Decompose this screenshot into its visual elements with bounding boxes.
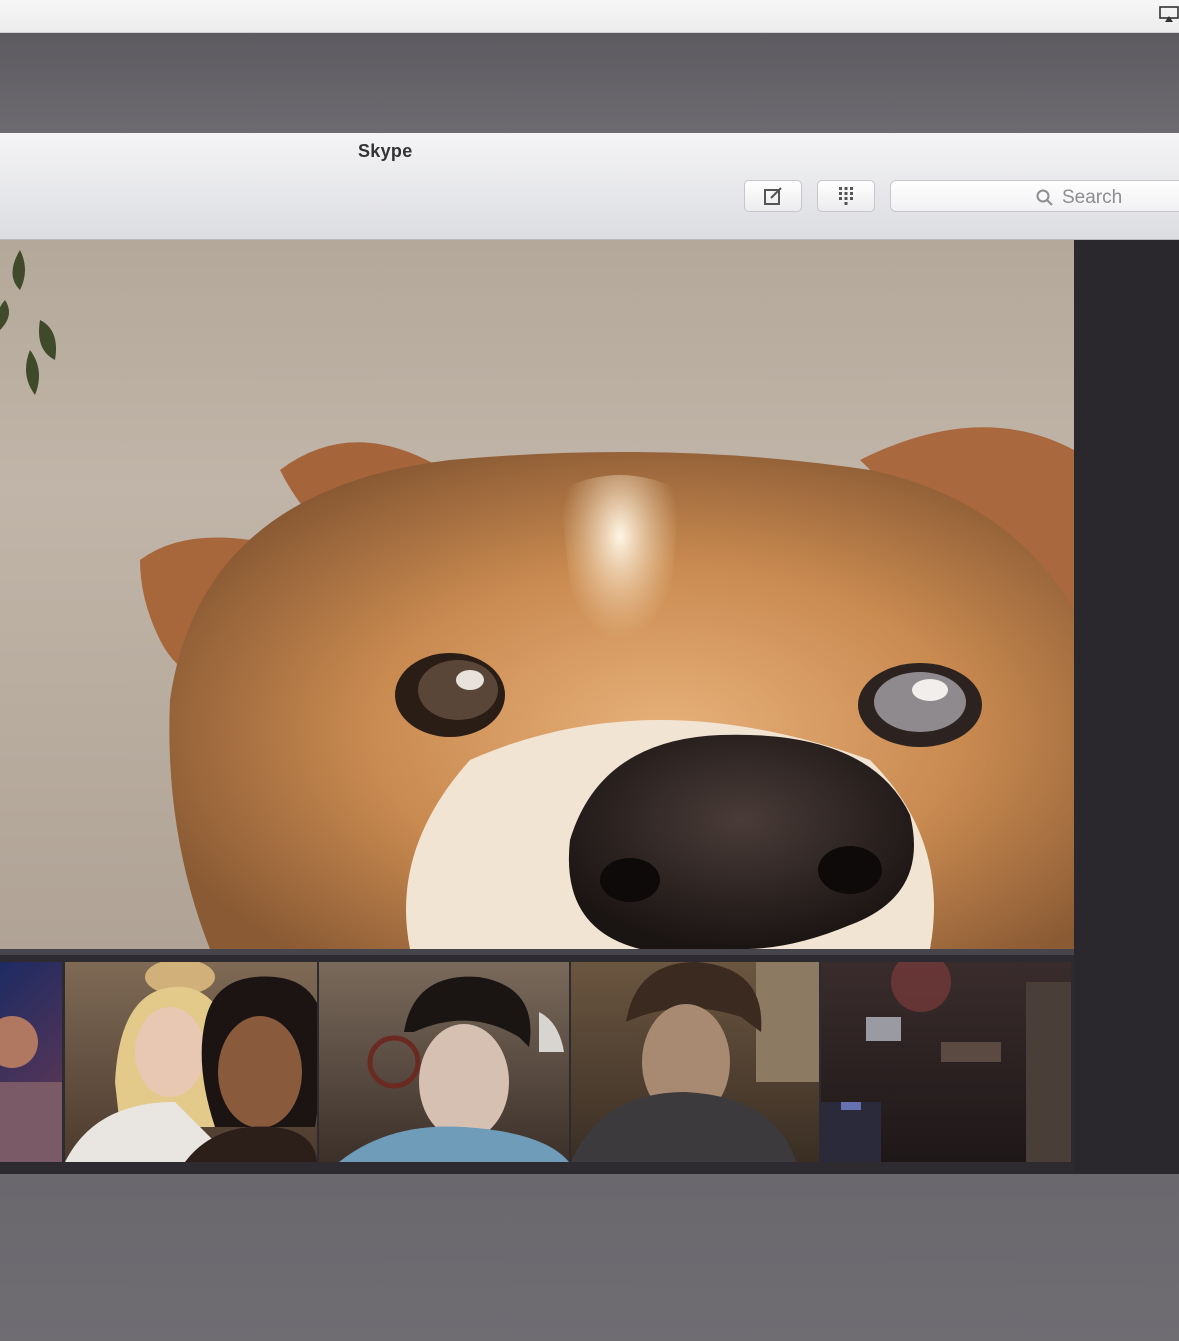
strip-divider xyxy=(0,949,1074,955)
compose-button[interactable] xyxy=(744,180,802,212)
participant-video xyxy=(0,1016,62,1162)
search-icon xyxy=(1036,189,1053,206)
participant-video xyxy=(821,962,1071,1162)
search-field[interactable]: Search xyxy=(890,180,1179,212)
participant-video xyxy=(339,976,569,1162)
window-title: Skype xyxy=(358,141,413,161)
dialpad-icon xyxy=(839,187,853,205)
airplay-icon[interactable] xyxy=(1159,6,1179,22)
participant-tile[interactable] xyxy=(821,962,1071,1162)
search-placeholder: Search xyxy=(1062,187,1123,208)
dog-closeup-image xyxy=(0,250,1074,949)
desktop-background xyxy=(0,33,1179,133)
participant-tile[interactable] xyxy=(571,962,819,1162)
participant-tile[interactable] xyxy=(0,962,62,1162)
participant-tile[interactable] xyxy=(65,962,317,1162)
desktop-background-bottom xyxy=(0,1174,1179,1341)
call-side-panel xyxy=(1074,240,1179,1174)
main-video-feed[interactable] xyxy=(0,240,1074,949)
participant-tile[interactable] xyxy=(319,962,569,1162)
participant-video xyxy=(571,962,819,1162)
participant-video xyxy=(65,962,317,1162)
dialpad-button[interactable] xyxy=(817,180,875,212)
menu-bar xyxy=(0,0,1179,33)
compose-icon xyxy=(764,187,782,205)
